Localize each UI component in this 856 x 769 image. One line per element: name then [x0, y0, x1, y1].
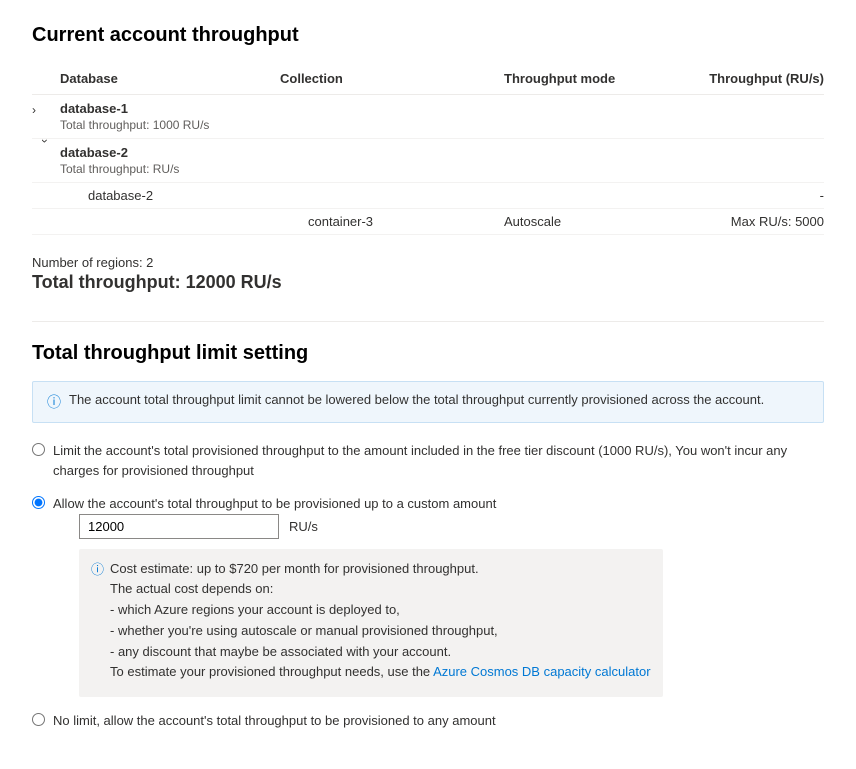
col-throughputmode-header: Throughput mode [504, 71, 664, 86]
page-title: Current account throughput [32, 24, 824, 47]
db2-throughput: Total throughput: RU/s [60, 162, 280, 176]
cost-line6-prefix: To estimate your provisioned throughput … [110, 664, 433, 679]
col-throughputrus-header: Throughput (RU/s) [664, 71, 824, 86]
radio-free-tier-label: Limit the account's total provisioned th… [53, 441, 824, 480]
table-header-row: Database Collection Throughput mode Thro… [32, 63, 824, 95]
db1-info: database-1 Total throughput: 1000 RU/s [60, 101, 280, 132]
cost-line4: - whether you're using autoscale or manu… [110, 623, 498, 638]
info-banner: ⓘ The account total throughput limit can… [32, 381, 824, 423]
table-body: › database-1 Total throughput: 1000 RU/s… [32, 95, 824, 235]
cost-line1: Cost estimate: up to $720 per month for … [110, 561, 479, 576]
summary-section: Number of regions: 2 Total throughput: 1… [32, 255, 824, 293]
radio-custom-amount-label: Allow the account's total throughput to … [53, 496, 496, 511]
db2-sub2-rus: Max RU/s: 5000 [664, 214, 824, 229]
throughput-table: Database Collection Throughput mode Thro… [32, 63, 824, 235]
radio-no-limit[interactable]: No limit, allow the account's total thro… [32, 711, 824, 731]
table-row: database-2 - [32, 183, 824, 209]
cost-line2: The actual cost depends on: [110, 581, 273, 596]
db2-info: database-2 Total throughput: RU/s [60, 145, 280, 176]
radio-free-tier-input[interactable] [32, 443, 45, 456]
radio-free-tier[interactable]: Limit the account's total provisioned th… [32, 441, 824, 480]
cost-line5: - any discount that maybe be associated … [110, 644, 451, 659]
regions-label: Number of regions: 2 [32, 255, 824, 270]
col-collection-header: Collection [280, 71, 504, 86]
db2-name: database-2 [60, 145, 280, 160]
section2-title: Total throughput limit setting [32, 342, 824, 365]
radio-custom-amount-input[interactable] [32, 496, 45, 509]
table-row: container-3 Autoscale Max RU/s: 5000 [32, 209, 824, 235]
cost-line3: - which Azure regions your account is de… [110, 602, 400, 617]
radio-no-limit-input[interactable] [32, 713, 45, 726]
custom-input-row: RU/s [79, 514, 663, 539]
throughput-value-input[interactable] [79, 514, 279, 539]
rus-unit-label: RU/s [289, 519, 318, 534]
table-row: › database-2 Total throughput: RU/s [32, 139, 824, 183]
cost-estimate-box: ⓘ Cost estimate: up to $720 per month fo… [79, 549, 663, 698]
info-icon: ⓘ [47, 392, 61, 412]
cost-info-icon: ⓘ [91, 560, 104, 581]
total-throughput-label: Total throughput: 12000 RU/s [32, 272, 824, 293]
db2-sub2-collection: container-3 [308, 214, 504, 229]
db1-throughput: Total throughput: 1000 RU/s [60, 118, 280, 132]
table-row: › database-1 Total throughput: 1000 RU/s [32, 95, 824, 139]
col-database-header: Database [60, 71, 280, 86]
db2-sub1-rus: - [664, 188, 824, 203]
capacity-calculator-link[interactable]: Azure Cosmos DB capacity calculator [433, 664, 650, 679]
expand-icon-db1[interactable]: › [32, 101, 60, 117]
radio-custom-amount[interactable]: Allow the account's total throughput to … [32, 494, 824, 697]
expand-icon-db2[interactable]: › [38, 139, 54, 167]
db2-sub1-db: database-2 [88, 188, 308, 203]
radio-no-limit-label: No limit, allow the account's total thro… [53, 711, 496, 731]
info-banner-text: The account total throughput limit canno… [69, 392, 764, 407]
db2-sub2-mode: Autoscale [504, 214, 664, 229]
db1-name: database-1 [60, 101, 280, 116]
divider [32, 321, 824, 322]
